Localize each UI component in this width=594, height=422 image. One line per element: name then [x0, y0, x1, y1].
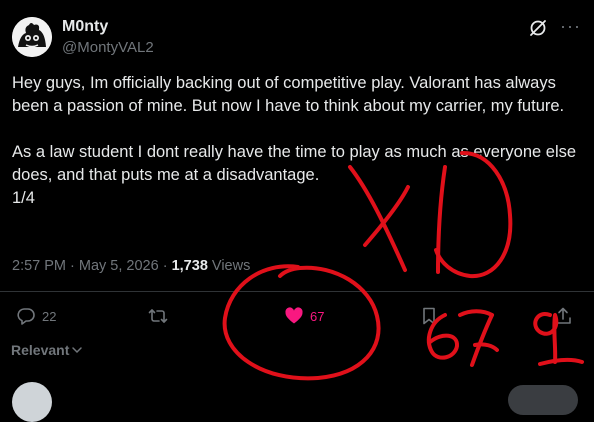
like-count: 67: [310, 308, 325, 324]
scribble-seven-stroke-2: [470, 313, 494, 367]
post-time[interactable]: 2:57 PM: [12, 258, 66, 274]
repost-button[interactable]: [148, 306, 168, 326]
reply-action-pill[interactable]: [508, 385, 578, 415]
scribble-seven-stroke-3: [473, 342, 499, 352]
more-icon[interactable]: ···: [560, 16, 581, 37]
share-icon: [555, 307, 571, 324]
share-button[interactable]: [553, 306, 573, 326]
bookmark-icon: [423, 307, 435, 325]
views-count[interactable]: 1,738: [172, 258, 208, 274]
sort-label: Relevant: [11, 342, 70, 358]
chevron-down-icon: [72, 347, 83, 354]
sort-replies-dropdown[interactable]: Relevant: [11, 342, 83, 358]
post-meta: 2:57 PM · May 5, 2026 · 1,738 Views: [12, 258, 250, 274]
scribble-nine-stroke-2: [538, 357, 584, 366]
heart-icon: [285, 307, 303, 324]
reply-icon: [17, 308, 35, 325]
scribble-seven-stroke-1: [458, 309, 494, 317]
meta-separator: ·: [162, 258, 172, 274]
post-text: Hey guys, Im officially backing out of c…: [12, 74, 577, 207]
avatar[interactable]: [12, 17, 52, 57]
author-display-name[interactable]: M0nty: [62, 18, 108, 36]
meta-separator: ·: [70, 258, 79, 274]
post-date[interactable]: May 5, 2026: [79, 258, 159, 274]
reply-author-avatar[interactable]: [12, 382, 52, 422]
reply-count: 22: [42, 308, 57, 324]
author-handle[interactable]: @MontyVAL2: [62, 39, 154, 56]
reply-button[interactable]: 22: [16, 306, 56, 326]
bookmark-button[interactable]: [419, 306, 439, 326]
divider: [0, 291, 594, 292]
like-button[interactable]: 67: [284, 306, 324, 326]
grok-icon[interactable]: [528, 18, 548, 38]
views-label: Views: [211, 258, 251, 274]
repost-icon: [148, 309, 168, 323]
